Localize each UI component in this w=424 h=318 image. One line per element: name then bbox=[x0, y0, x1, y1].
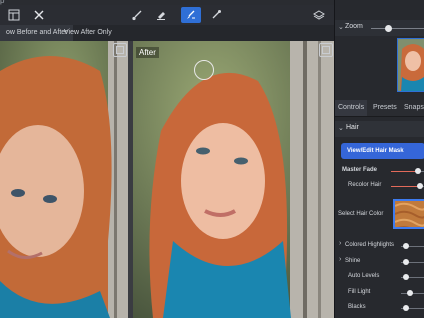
shine-label: Shine bbox=[345, 258, 361, 264]
panel-icon[interactable] bbox=[7, 8, 21, 22]
recolor-hair-knob[interactable] bbox=[417, 183, 423, 189]
before-photo-art bbox=[0, 41, 128, 318]
master-fade-knob[interactable] bbox=[415, 168, 421, 174]
view-edit-hair-mask-button[interactable]: View/Edit Hair Mask bbox=[341, 143, 424, 159]
chevron-right-icon[interactable]: › bbox=[339, 256, 341, 263]
tab-presets[interactable]: Presets bbox=[370, 100, 400, 116]
hair-color-swatch-art bbox=[395, 201, 424, 227]
fill-light-knob[interactable] bbox=[407, 290, 413, 296]
master-fade-fill bbox=[391, 171, 415, 172]
tab-snapshot[interactable]: Snapshot bbox=[401, 100, 424, 116]
copy-before-button[interactable] bbox=[113, 43, 127, 57]
select-hair-color-label: Select Hair Color bbox=[338, 211, 384, 217]
auto-levels-label: Auto Levels bbox=[348, 273, 380, 279]
fill-light-label: Fill Light bbox=[348, 289, 371, 295]
recolor-hair-label: Recolor Hair bbox=[348, 182, 382, 188]
tab-controls[interactable]: Controls bbox=[335, 100, 368, 116]
zoom-slider[interactable] bbox=[371, 28, 424, 29]
brush-icon[interactable] bbox=[130, 8, 144, 22]
after-photo-art bbox=[133, 41, 334, 318]
panel-tabs: Controls Presets Snapshot bbox=[335, 100, 424, 117]
navigator-thumbnail[interactable] bbox=[397, 38, 424, 92]
view-tabs: ow Before and After View After Only bbox=[0, 25, 334, 41]
dropper-icon[interactable] bbox=[209, 8, 223, 22]
hair-color-swatch[interactable] bbox=[393, 199, 424, 229]
after-label: After bbox=[136, 47, 159, 58]
tab-after-only[interactable]: View After Only bbox=[58, 25, 118, 41]
blacks-knob[interactable] bbox=[403, 305, 409, 311]
chevron-right-icon[interactable]: › bbox=[339, 240, 341, 247]
chevron-down-icon[interactable]: ⌄ bbox=[338, 124, 344, 132]
zoom-label: Zoom bbox=[345, 23, 363, 30]
colored-highlights-knob[interactable] bbox=[403, 243, 409, 249]
auto-levels-knob[interactable] bbox=[403, 274, 409, 280]
navigator-thumbnail-art bbox=[398, 39, 424, 91]
colored-highlights-label: Colored Highlights bbox=[345, 242, 395, 248]
close-icon[interactable] bbox=[32, 8, 46, 22]
hair-section-label: Hair bbox=[346, 124, 359, 131]
after-photo bbox=[133, 41, 334, 318]
hair-brush-icon[interactable] bbox=[181, 7, 201, 23]
zoom-section[interactable]: ⌄ Zoom bbox=[335, 20, 424, 36]
chevron-down-icon[interactable]: ⌄ bbox=[338, 23, 344, 31]
recolor-hair-fill bbox=[391, 186, 419, 187]
before-photo bbox=[0, 41, 128, 318]
toolbar bbox=[0, 5, 334, 26]
shine-knob[interactable] bbox=[403, 259, 409, 265]
zoom-slider-knob[interactable] bbox=[385, 25, 392, 32]
eraser-icon[interactable] bbox=[154, 8, 168, 22]
hair-section-header[interactable]: ⌄ Hair bbox=[335, 121, 424, 137]
layers-icon[interactable] bbox=[312, 8, 326, 22]
master-fade-label: Master Fade bbox=[342, 167, 378, 173]
brush-cursor bbox=[194, 60, 214, 80]
blacks-label: Blacks bbox=[348, 304, 366, 310]
copy-after-button[interactable] bbox=[319, 43, 333, 57]
right-panel: ⌄ Zoom Controls Presets Snapshot ⌄ Hair … bbox=[334, 0, 424, 318]
image-canvas[interactable]: After bbox=[0, 41, 334, 318]
